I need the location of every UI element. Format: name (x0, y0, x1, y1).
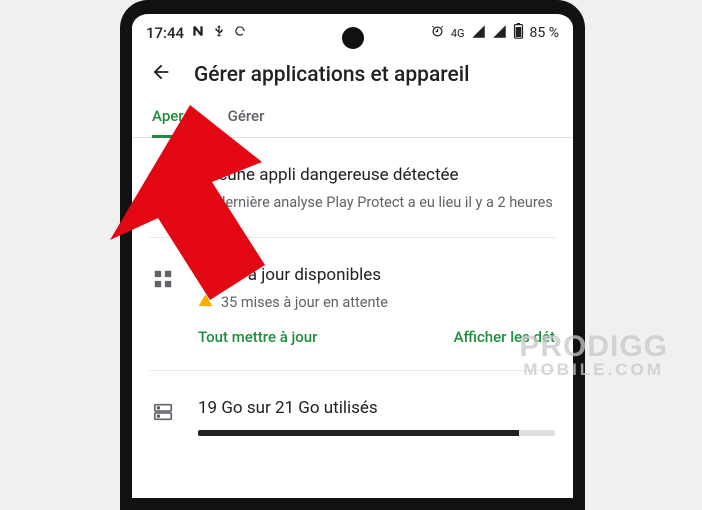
storage-title: 19 Go sur 21 Go utilisés (198, 397, 555, 420)
settings-sync-icon (233, 24, 247, 42)
usb-icon (212, 24, 226, 42)
signal-icon-2 (492, 24, 507, 43)
status-time: 17:44 (146, 24, 184, 42)
phone-frame: 17:44 4G 85 % (120, 0, 585, 510)
play-protect-section[interactable]: Aucune appli dangereuse détectée La dern… (150, 138, 555, 238)
protect-title: Aucune appli dangereuse détectée (198, 164, 555, 187)
updates-title: Mises à jour disponibles (198, 264, 555, 287)
protect-subtitle: La dernière analyse Play Protect a eu li… (198, 193, 555, 213)
tab-manage[interactable]: Gérer (228, 107, 265, 137)
apps-grid-icon (150, 266, 176, 292)
app-header: Gérer applications et appareil (132, 47, 573, 99)
storage-bar (198, 430, 555, 436)
signal-icon-1 (471, 24, 486, 43)
nfc-icon (191, 24, 205, 42)
tab-overview[interactable]: Aperçu (152, 107, 200, 138)
warning-icon (198, 293, 213, 312)
network-type: 4G (451, 28, 465, 39)
content: Aucune appli dangereuse détectée La dern… (132, 138, 573, 444)
back-button[interactable] (150, 61, 172, 89)
storage-section[interactable]: 19 Go sur 21 Go utilisés (150, 371, 555, 444)
updates-section[interactable]: Mises à jour disponibles 35 mises à jour… (150, 238, 555, 371)
tabs: Aperçu Gérer (132, 99, 573, 138)
updates-pending: 35 mises à jour en attente (221, 294, 388, 311)
alarm-icon (430, 24, 445, 43)
camera-notch (342, 27, 364, 49)
view-details-button[interactable]: Afficher les dét (454, 328, 555, 346)
update-all-button[interactable]: Tout mettre à jour (198, 328, 317, 346)
battery-percent: 85 % (530, 25, 559, 41)
page-title: Gérer applications et appareil (194, 63, 469, 87)
battery-icon (513, 23, 524, 43)
shield-icon (150, 166, 176, 192)
storage-icon (150, 399, 176, 425)
storage-fill (198, 430, 519, 436)
